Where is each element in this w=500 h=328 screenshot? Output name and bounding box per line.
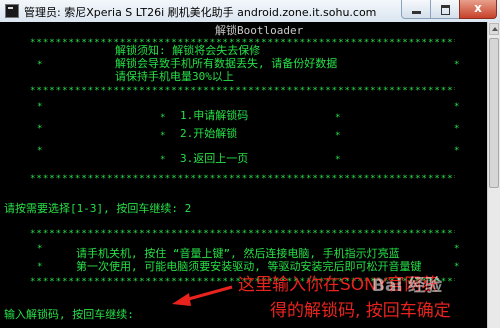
console-window: 管理员: 索尼Xperia S LT26i 刷机美化助手 android.zon… [0,0,500,328]
baidu-watermark: Bai 经验 [372,276,443,296]
annotation-line-2: 得的解锁码, 按回车确定 [270,301,451,321]
